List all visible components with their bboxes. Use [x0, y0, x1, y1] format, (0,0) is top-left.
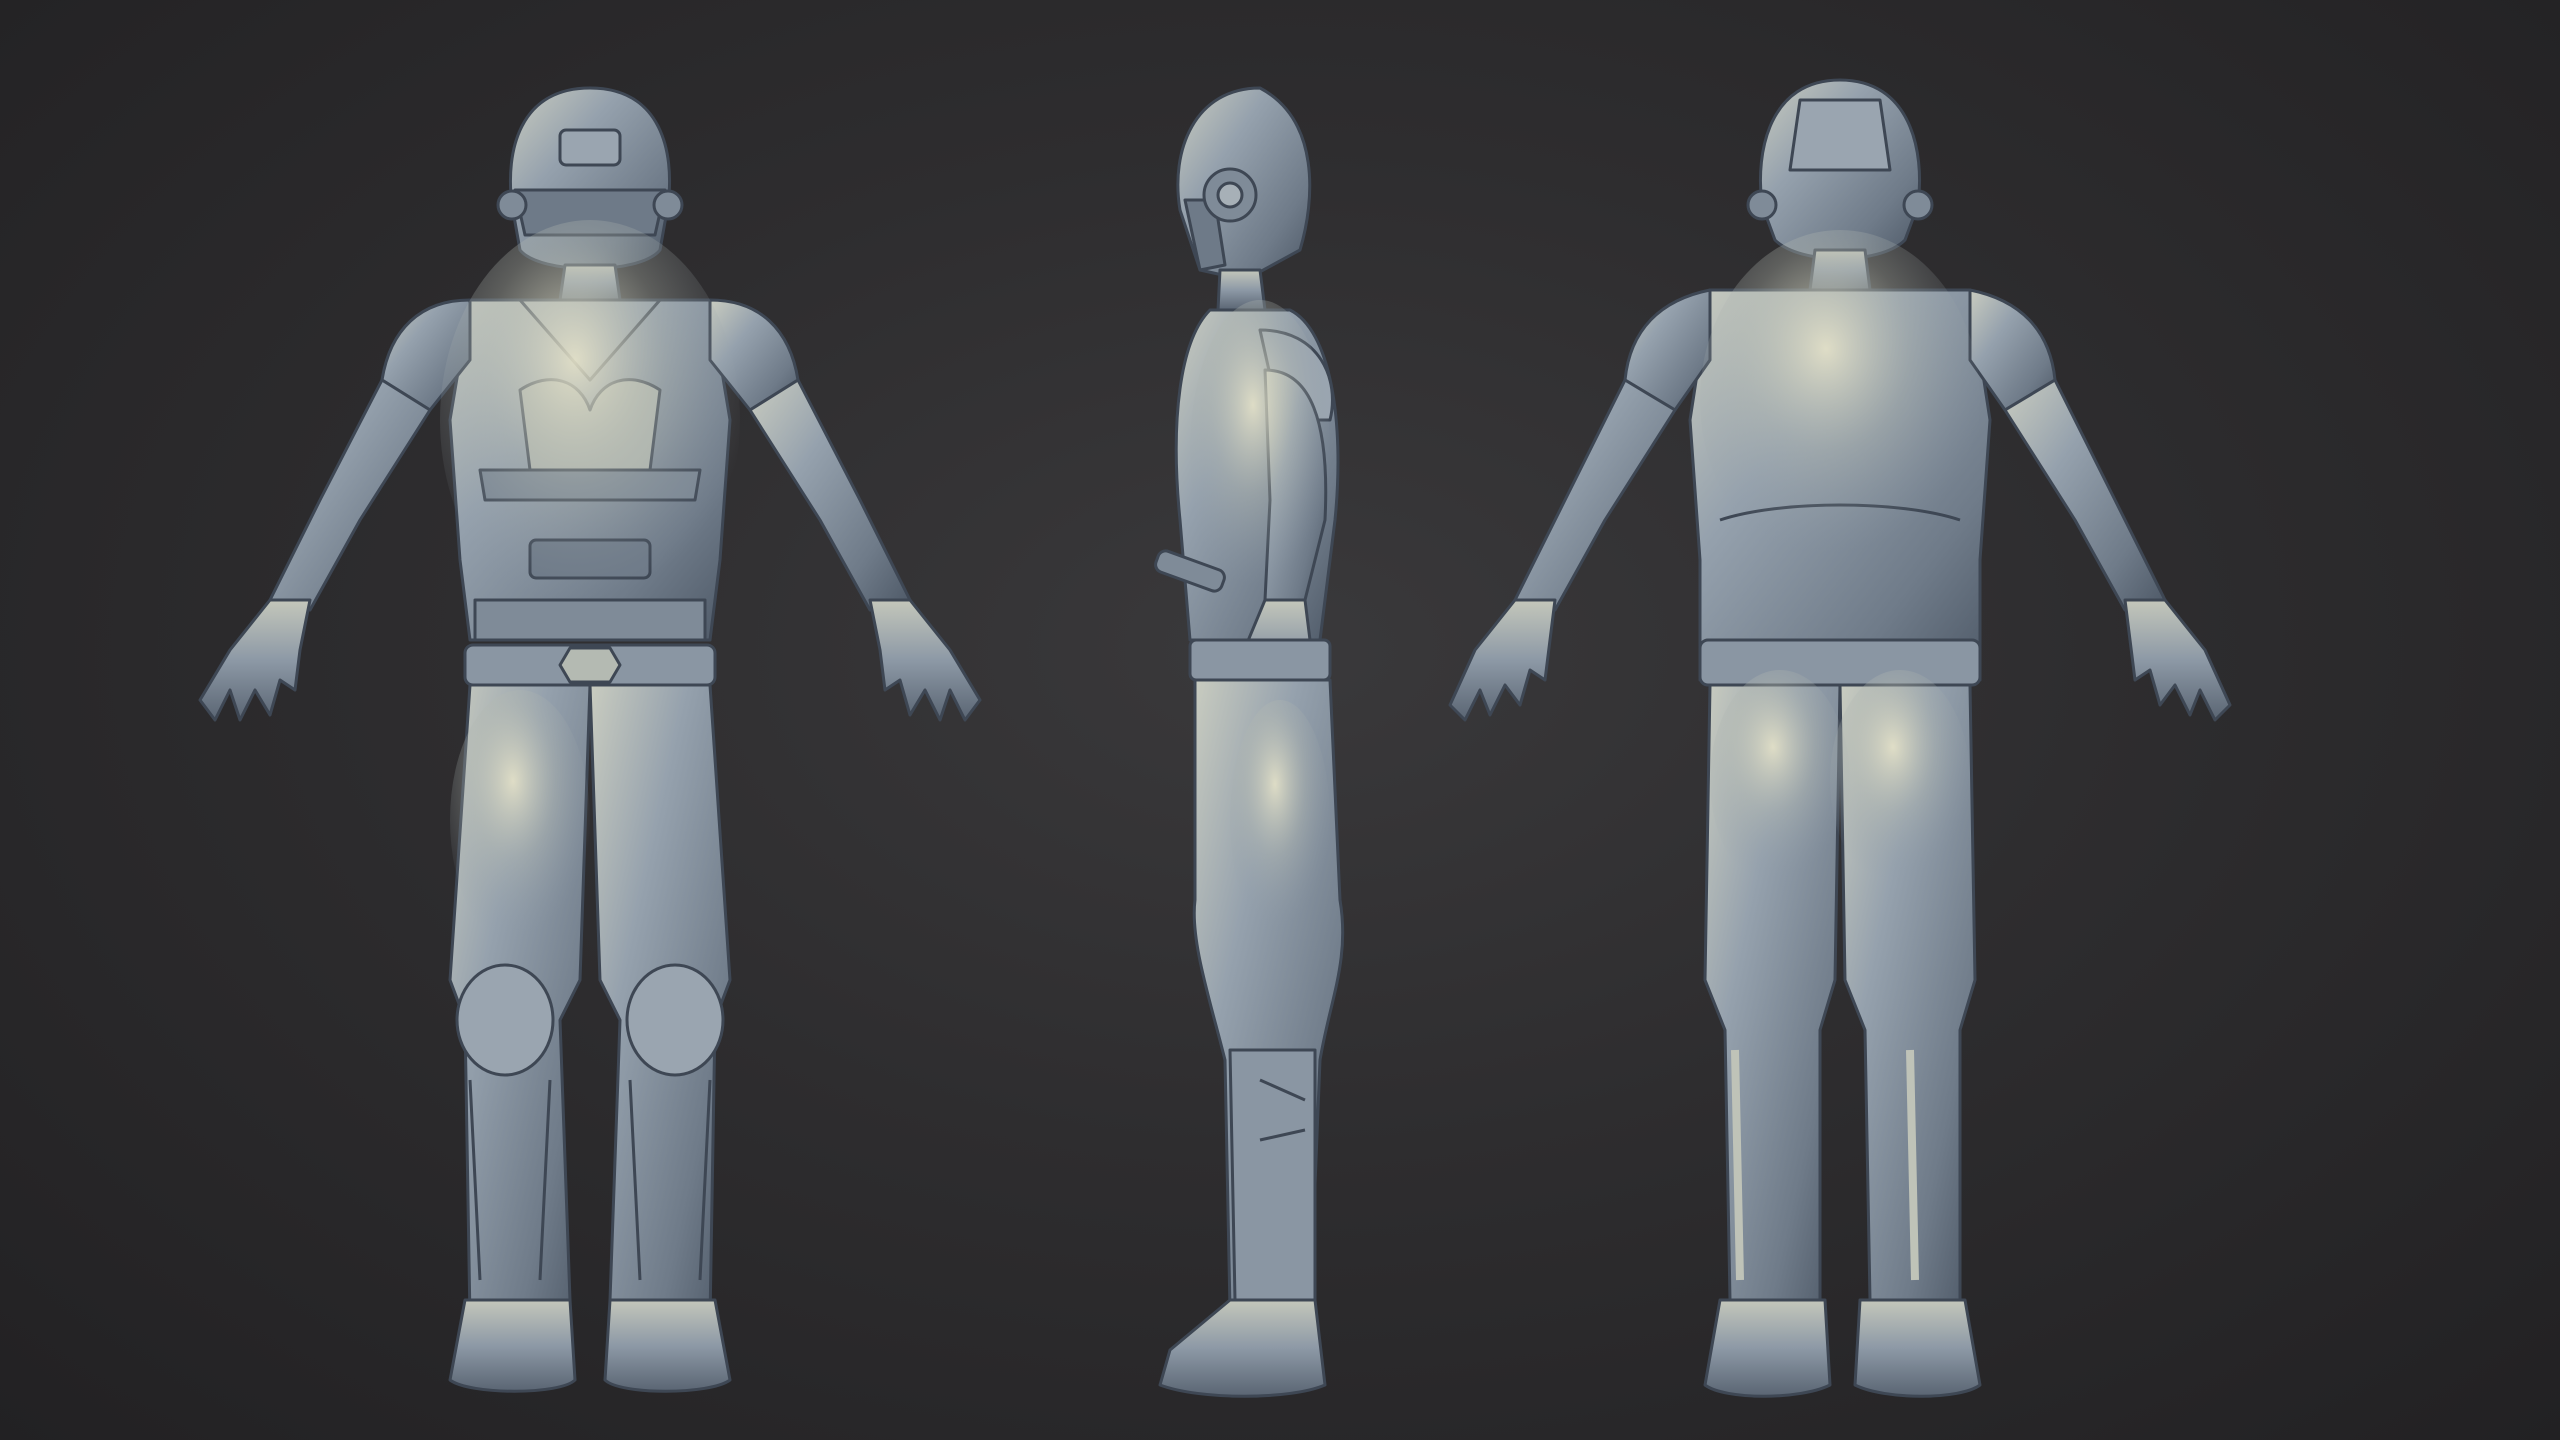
character-back-view [1380, 0, 2320, 1440]
sculpt-viewport [0, 0, 2560, 1440]
character-front-view [120, 0, 1060, 1440]
